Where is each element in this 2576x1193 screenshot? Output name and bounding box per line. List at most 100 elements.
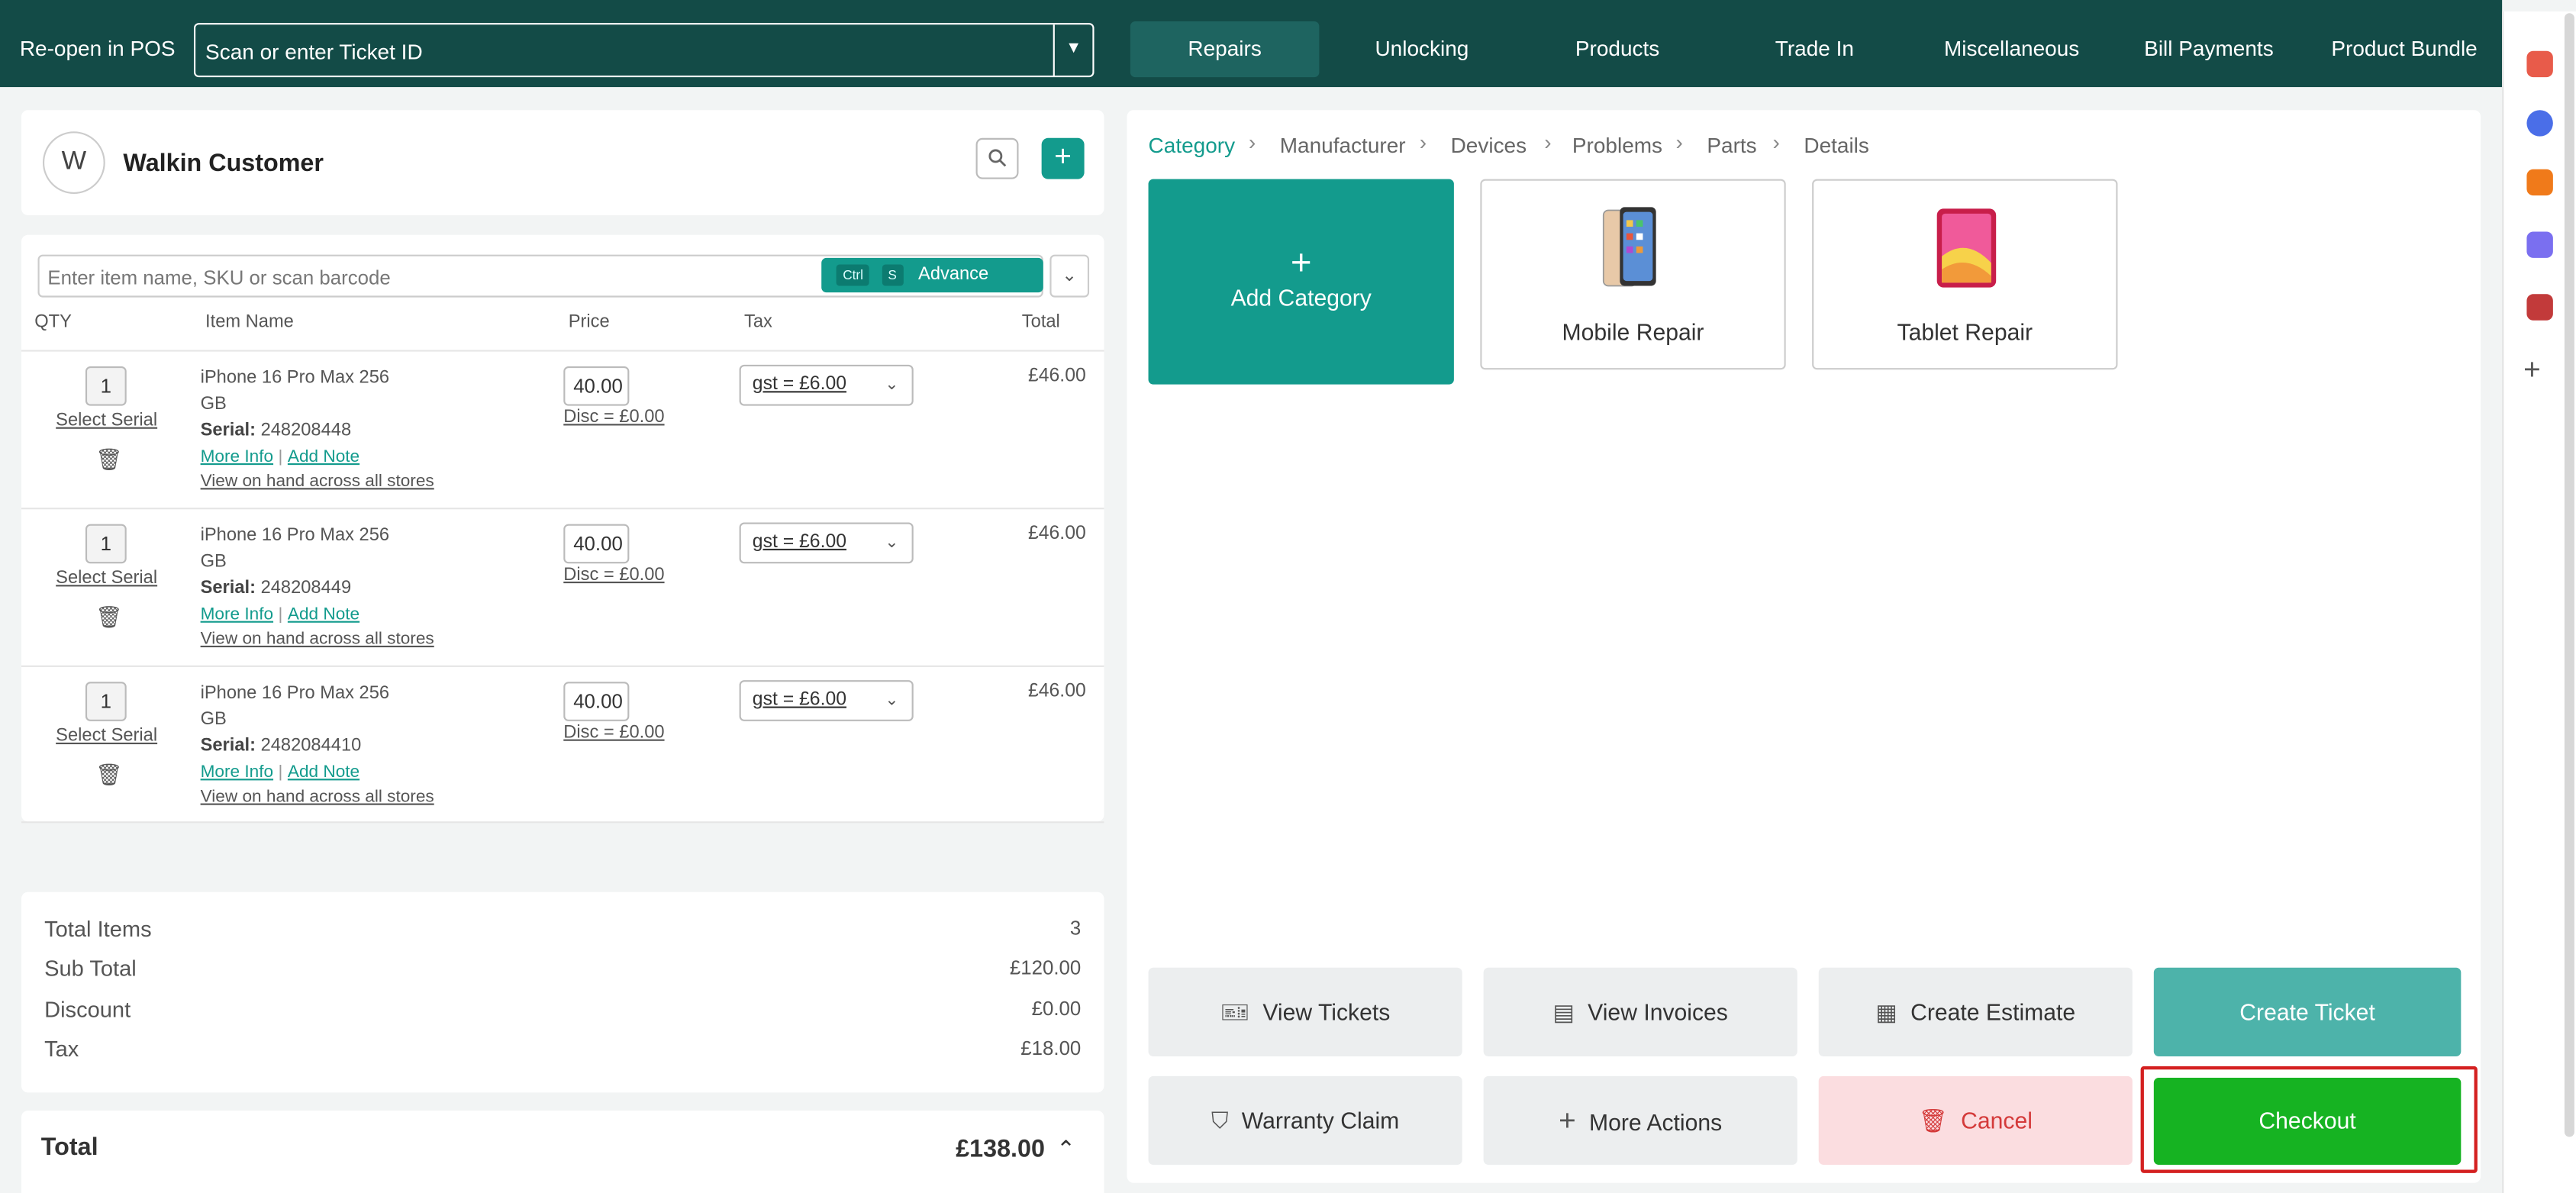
wallet-icon[interactable] [2526,294,2553,321]
item-links: More Info | Add Note [201,447,360,466]
qty-input[interactable]: 1 [85,682,127,721]
line-total: £46.00 [1028,366,1086,386]
add-category-label: Add Category [1230,284,1372,311]
item-name: iPhone 16 Pro Max 256 GB [200,368,390,414]
discount-link[interactable]: Disc = £0.00 [563,723,664,743]
tab-unlocking[interactable]: Unlocking [1327,21,1517,77]
trash-icon[interactable]: 🗑 [95,605,123,630]
chevron-down-icon: ⌄ [885,692,899,710]
create-estimate-label: Create Estimate [1910,998,2076,1026]
chevron-up-icon[interactable]: ⌃ [1056,1135,1075,1163]
checkout-highlight [2140,1066,2478,1173]
tab-trade-in[interactable]: Trade In [1720,21,1910,77]
vertical-scrollbar[interactable] [2564,13,2574,1137]
tab-miscellaneous[interactable]: Miscellaneous [1917,21,2107,77]
add-category-tile[interactable]: + Add Category [1148,179,1454,385]
customer-name[interactable]: Walkin Customer [123,150,324,178]
tab-bill-payments[interactable]: Bill Payments [2114,21,2304,77]
view-on-hand-link[interactable]: View on hand across all stores [201,472,434,492]
qty-input[interactable]: 1 [85,524,127,564]
breadcrumb-category[interactable]: Category [1149,133,1236,157]
create-ticket-button[interactable]: Create Ticket [2153,967,2462,1057]
view-on-hand-link[interactable]: View on hand across all stores [201,629,434,649]
chevron-right-icon: › [1544,130,1552,155]
search-icon [988,149,1007,167]
select-serial-link[interactable]: Select Serial [56,726,157,746]
create-ticket-label: Create Ticket [2239,998,2375,1026]
view-on-hand-link[interactable]: View on hand across all stores [201,787,434,807]
discount-label: Discount [44,997,131,1022]
warranty-claim-button[interactable]: ⛉ Warranty Claim [1148,1075,1462,1166]
table-row [21,350,1104,508]
price-input[interactable]: 40.00 [563,682,630,721]
table-row [21,508,1104,666]
item-links: More Info | Add Note [201,763,360,782]
discount-link[interactable]: Disc = £0.00 [563,565,664,585]
more-actions-button[interactable]: + More Actions [1483,1075,1797,1166]
add-note-link[interactable]: Add Note [288,763,359,782]
more-info-link[interactable]: More Info [201,447,273,466]
ticket-scan-input[interactable]: Scan or enter Ticket ID ▼ [193,23,1095,78]
avatar: W [42,131,105,194]
add-note-link[interactable]: Add Note [288,605,359,624]
qty-input[interactable]: 1 [85,366,127,406]
notes-icon[interactable] [2526,169,2553,196]
pos-screen: Re-open in POS Scan or enter Ticket ID ▼… [0,0,2576,1193]
more-actions-label: More Actions [1588,1108,1723,1136]
line-total: £46.00 [1028,524,1086,544]
price-input[interactable]: 40.00 [563,524,630,564]
serial-label: Serial: [200,421,256,440]
breadcrumb-manufacturer[interactable]: Manufacturer [1280,133,1406,157]
serial-label: Serial: [200,736,256,756]
chevron-right-icon: › [1675,130,1683,155]
tax-value: gst = £6.00 [752,690,847,710]
chevron-down-icon[interactable]: ▼ [1053,24,1093,76]
item-name: iPhone 16 Pro Max 256 GB [200,525,390,572]
plus-icon: + [1559,1104,1576,1137]
chevron-down-icon[interactable]: ⌄ [1049,254,1090,298]
col-header-item-name: Item Name [205,311,294,332]
more-info-link[interactable]: More Info [201,763,273,782]
link-divider: | [278,762,283,782]
table-row [21,665,1104,824]
advance-search-button[interactable]: Ctrl S Advance Search [821,257,1043,319]
add-customer-button[interactable]: + [1041,137,1085,179]
trash-icon[interactable]: 🗑 [95,763,123,788]
view-tickets-button[interactable]: 🎫︎ View Tickets [1148,967,1462,1057]
mobile-repair-tile[interactable]: Mobile Repair [1480,179,1786,370]
create-estimate-button[interactable]: ▦ Create Estimate [1818,967,2133,1057]
warranty-claim-label: Warranty Claim [1241,1107,1400,1134]
tab-products[interactable]: Products [1523,21,1712,77]
line-total: £46.00 [1028,682,1086,702]
tab-repairs[interactable]: Repairs [1130,21,1320,78]
select-serial-link[interactable]: Select Serial [56,569,157,588]
shield-icon: ⛉ [1211,1107,1229,1134]
gift-icon[interactable] [2526,50,2553,78]
tax-select[interactable]: gst = £6.00 ⌄ [739,522,914,564]
tablet-repair-tile[interactable]: Tablet Repair [1812,179,2118,370]
plus-icon: + [1290,241,1312,283]
view-invoices-button[interactable]: ▤ View Invoices [1483,967,1797,1057]
add-note-link[interactable]: Add Note [288,447,359,466]
subtotal-label: Sub Total [44,956,137,981]
add-extension-icon[interactable]: + [2523,353,2541,388]
more-info-link[interactable]: More Info [201,605,273,624]
cancel-button[interactable]: 🗑 Cancel [1818,1075,2133,1166]
cancel-label: Cancel [1961,1107,2033,1134]
tab-product-bundle[interactable]: Product Bundle [2310,21,2499,77]
trash-icon[interactable]: 🗑 [95,447,123,472]
select-serial-link[interactable]: Select Serial [56,411,157,430]
breadcrumb-devices[interactable]: Devices [1451,133,1527,157]
price-input[interactable]: 40.00 [563,366,630,406]
breadcrumb-parts[interactable]: Parts [1707,133,1756,157]
tax-select[interactable]: gst = £6.00 ⌄ [739,364,914,406]
search-customer-button[interactable] [975,137,1019,179]
breadcrumb-problems[interactable]: Problems [1572,133,1662,157]
chat-icon[interactable] [2526,110,2553,137]
trash-icon: 🗑 [1918,1107,1948,1134]
layers-icon[interactable] [2526,231,2553,258]
tax-select[interactable]: gst = £6.00 ⌄ [739,680,914,721]
chevron-right-icon: › [1419,130,1427,155]
discount-link[interactable]: Disc = £0.00 [563,408,664,427]
breadcrumb-details[interactable]: Details [1804,133,1869,157]
